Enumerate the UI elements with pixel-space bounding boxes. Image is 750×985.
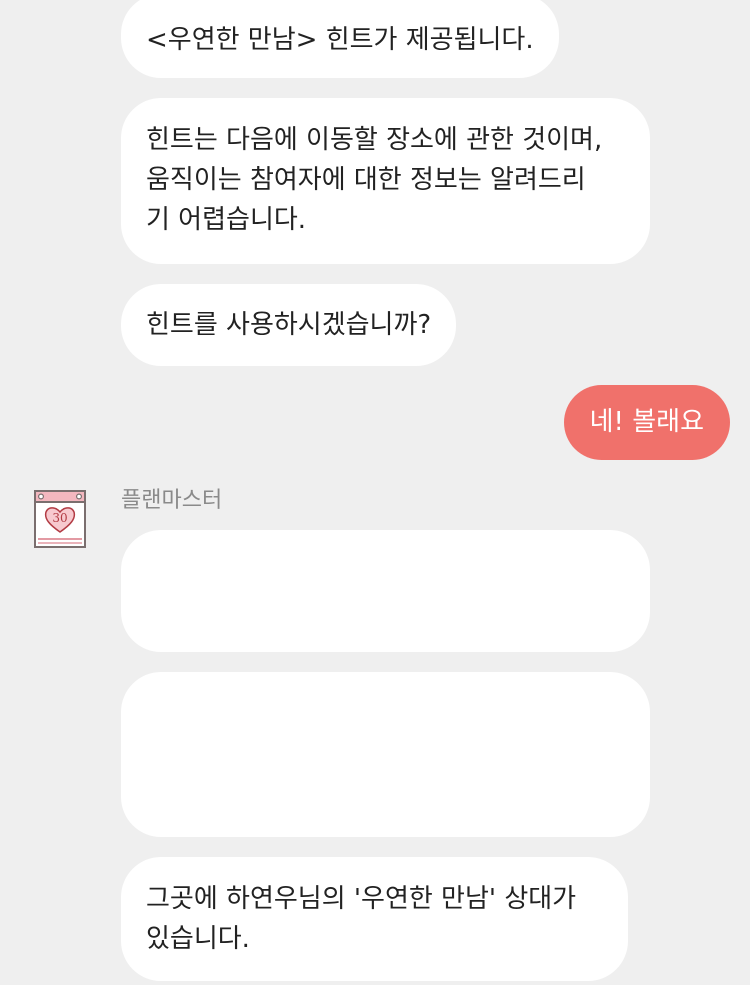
bot-message-bubble	[121, 530, 650, 652]
sender-name: 플랜마스터	[121, 488, 223, 513]
calendar-heart-icon: 30	[34, 490, 86, 548]
svg-text:30: 30	[52, 511, 67, 525]
bot-message-bubble: <우연한 만남> 힌트가 제공됩니다.	[121, 0, 559, 78]
bot-message-bubble: 힌트는 다음에 이동할 장소에 관한 것이며, 움직이는 참여자에 대한 정보는…	[121, 98, 650, 264]
user-message-bubble: 네! 볼래요	[563, 385, 730, 460]
sender-avatar: 30	[34, 490, 86, 548]
bot-message-bubble: 그곳에 하연우님의 '우연한 만남' 상대가 있습니다.	[121, 857, 628, 981]
bot-message-bubble: 힌트를 사용하시겠습니까?	[121, 284, 457, 366]
bot-message-bubble	[121, 672, 650, 837]
